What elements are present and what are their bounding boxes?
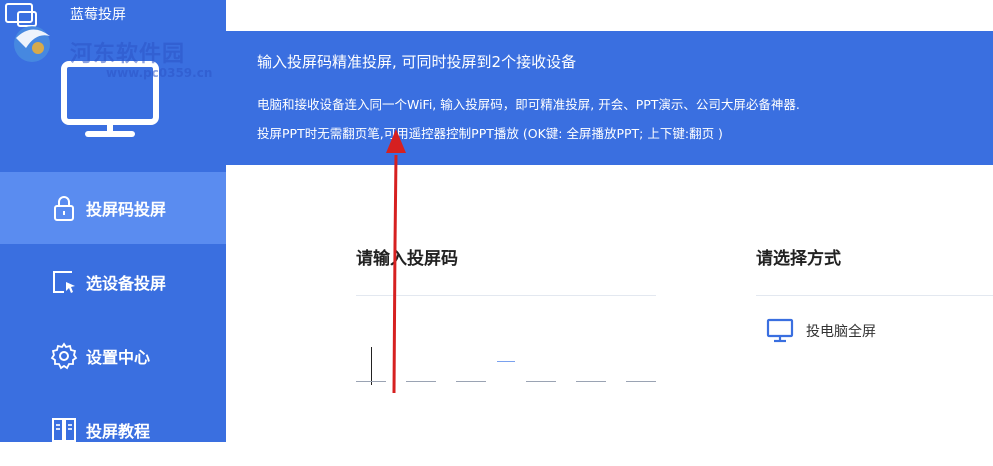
cursor-select-icon <box>53 271 75 293</box>
code-digit-slot <box>626 381 656 382</box>
monitor-icon <box>766 318 794 343</box>
code-digit-slot <box>526 381 556 382</box>
code-digit-slot <box>456 381 486 382</box>
mode-section-title: 请选择方式 <box>756 249 841 269</box>
option-label: 投电脑全屏 <box>806 324 876 340</box>
banner-ppt-tip: 投屏PPT时无需翻页笔,可用遥控器控制PPT播放 (OK键: 全屏播放PPT; … <box>257 126 723 141</box>
info-banner: 输入投屏码精准投屏, 可同时投屏到2个接收设备 电脑和接收设备连入同一个WiFi… <box>226 31 993 165</box>
sidebar-item-settings[interactable]: 设置中心 <box>0 320 226 392</box>
sidebar-item-device-cast[interactable]: 选设备投屏 <box>0 246 226 318</box>
code-group-separator <box>497 361 515 362</box>
watermark: 河东软件园 www.pc0359.cn <box>6 18 216 80</box>
sidebar-item-label: 投屏码投屏 <box>86 200 167 219</box>
sidebar-item-label: 设置中心 <box>86 348 151 367</box>
text-caret <box>371 347 372 385</box>
banner-title: 输入投屏码精准投屏, 可同时投屏到2个接收设备 <box>257 53 577 71</box>
banner-description: 电脑和接收设备连入同一个WiFi, 输入投屏码，即可精准投屏, 开会、PPT演示… <box>257 97 800 112</box>
mode-divider <box>756 295 993 296</box>
sidebar-item-code-cast[interactable]: 投屏码投屏 <box>0 172 226 244</box>
watermark-logo-icon <box>14 26 50 62</box>
watermark-text: 河东软件园 <box>70 42 186 67</box>
sidebar-item-label: 选设备投屏 <box>86 274 167 293</box>
code-digit-slot <box>576 381 606 382</box>
option-full-screen-cast[interactable]: 投电脑全屏 <box>766 318 876 344</box>
code-digit-slot <box>406 381 436 382</box>
sidebar-item-tutorial[interactable]: 投屏教程 <box>0 394 226 466</box>
gear-icon <box>50 342 78 370</box>
annotation-arrow-icon <box>386 129 406 394</box>
sidebar-item-label: 投屏教程 <box>86 422 151 441</box>
watermark-url: www.pc0359.cn <box>106 66 213 80</box>
lock-icon <box>54 196 74 221</box>
book-icon <box>52 418 76 442</box>
